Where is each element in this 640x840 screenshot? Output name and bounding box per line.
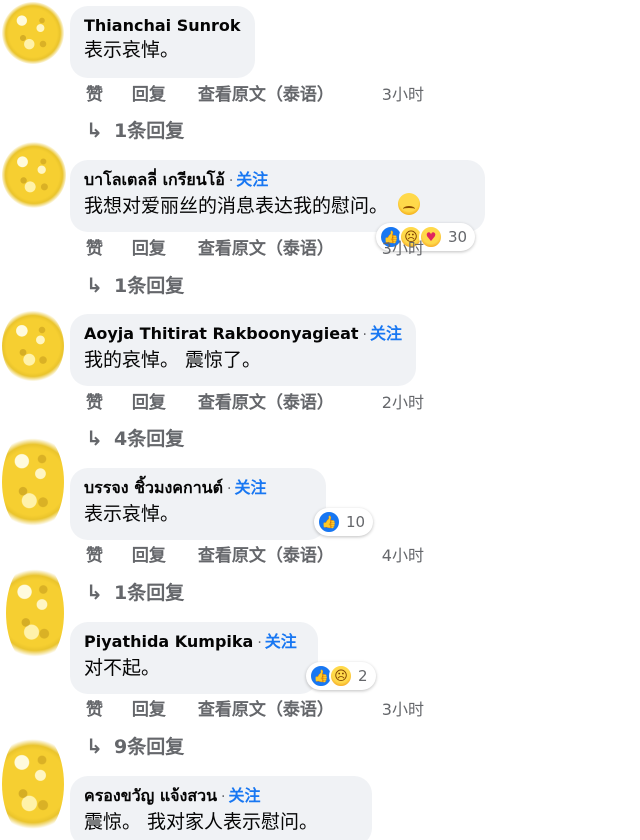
avatar[interactable] bbox=[2, 430, 64, 534]
separator-dot: · bbox=[221, 789, 226, 805]
author-line: บรรจง ชิ้วมงคกานต์ · 关注 bbox=[84, 477, 312, 500]
reply-button[interactable]: 回复 bbox=[132, 392, 192, 414]
comment-text: 对不起。 bbox=[84, 657, 161, 679]
author-name[interactable]: Aoyja Thitirat Rakboonyagieat bbox=[84, 324, 359, 343]
like-button[interactable]: 赞 bbox=[86, 238, 126, 260]
comment-actions: 赞 回复 查看原文（泰语） 4小时 bbox=[86, 545, 424, 567]
reply-arrow-icon: ↳ bbox=[86, 118, 103, 142]
comment-text: 我的哀悼。 震惊了。 bbox=[84, 349, 262, 371]
author-name[interactable]: Thianchai Sunrok bbox=[84, 16, 241, 35]
comment-text: 表示哀悼。 bbox=[84, 39, 180, 61]
timestamp[interactable]: 3小时 bbox=[382, 84, 424, 106]
comment-bubble: Thianchai Sunrok 表示哀悼。 bbox=[70, 6, 255, 78]
comment-bubble: ครองขวัญ แจ้งสวน · 关注 震惊。 我对家人表示慰问。 bbox=[70, 776, 372, 840]
view-replies-button[interactable]: ↳ 1条回复 bbox=[86, 580, 184, 605]
avatar[interactable] bbox=[2, 308, 64, 384]
author-line: ครองขวัญ แจ้งสวน · 关注 bbox=[84, 785, 358, 808]
separator-dot: · bbox=[228, 173, 234, 189]
see-original-button[interactable]: 查看原文（泰语） bbox=[198, 699, 376, 721]
reactions-summary[interactable]: 👍 10 bbox=[314, 508, 374, 536]
separator-dot: · bbox=[227, 481, 232, 497]
comment-text: 表示哀悼。 bbox=[84, 503, 180, 525]
like-button[interactable]: 赞 bbox=[86, 699, 126, 721]
reply-button[interactable]: 回复 bbox=[132, 84, 192, 106]
reply-button[interactable]: 回复 bbox=[132, 545, 192, 567]
like-button[interactable]: 赞 bbox=[86, 392, 126, 414]
comment-bubble: Piyathida Kumpika · 关注 对不起。 bbox=[70, 622, 318, 694]
like-icon: 👍 bbox=[317, 510, 341, 534]
reply-arrow-icon: ↳ bbox=[86, 580, 103, 604]
like-button[interactable]: 赞 bbox=[86, 84, 126, 106]
replies-count: 1条回复 bbox=[114, 582, 185, 604]
follow-link[interactable]: 关注 bbox=[236, 170, 268, 189]
sad-face-icon: ☹ bbox=[329, 664, 353, 688]
reply-button[interactable]: 回复 bbox=[132, 238, 192, 260]
reply-arrow-icon: ↳ bbox=[86, 734, 103, 758]
author-name[interactable]: Piyathida Kumpika bbox=[84, 632, 253, 651]
replies-count: 1条回复 bbox=[114, 120, 185, 142]
reaction-count: 10 bbox=[346, 513, 366, 531]
view-replies-button[interactable]: ↳ 1条回复 bbox=[86, 118, 184, 143]
timestamp[interactable]: 3小时 bbox=[382, 238, 424, 260]
crying-face-icon bbox=[398, 193, 421, 215]
replies-count: 1条回复 bbox=[114, 275, 185, 297]
replies-count: 4条回复 bbox=[114, 428, 185, 450]
reply-button[interactable]: 回复 bbox=[132, 699, 192, 721]
author-name[interactable]: บรรจง ชิ้วมงคกานต์ bbox=[84, 478, 223, 497]
like-button[interactable]: 赞 bbox=[86, 545, 126, 567]
follow-link[interactable]: 关注 bbox=[370, 324, 402, 343]
author-line: Piyathida Kumpika · 关注 bbox=[84, 631, 304, 654]
author-line: Thianchai Sunrok bbox=[84, 15, 241, 36]
reaction-count: 2 bbox=[358, 667, 368, 685]
comment-bubble: บาโลเตลลี่ เกรียนโอ้ · 关注 我想对爱丽丝的消息表达我的慰问。 bbox=[70, 160, 485, 232]
author-name[interactable]: ครองขวัญ แจ้งสวน bbox=[84, 786, 217, 805]
comment-actions: 赞 回复 查看原文（泰语） 3小时 bbox=[86, 238, 424, 260]
comment-thread: Thianchai Sunrok 表示哀悼。 赞 回复 查看原文（泰语） 3小时… bbox=[0, 0, 640, 840]
comment-bubble: บรรจง ชิ้วมงคกานต์ · 关注 表示哀悼。 bbox=[70, 468, 326, 540]
comment-actions: 赞 回复 查看原文（泰语） 2小时 bbox=[86, 392, 424, 414]
avatar[interactable] bbox=[2, 2, 64, 64]
comment-actions: 赞 回复 查看原文（泰语） 3小时 bbox=[86, 84, 424, 106]
separator-dot: · bbox=[362, 327, 367, 343]
comment-text: 我想对爱丽丝的消息表达我的慰问。 bbox=[84, 193, 471, 219]
see-original-button[interactable]: 查看原文（泰语） bbox=[198, 84, 376, 106]
reactions-summary[interactable]: 👍 ☹ 2 bbox=[306, 662, 376, 690]
follow-link[interactable]: 关注 bbox=[228, 786, 260, 805]
timestamp[interactable]: 3小时 bbox=[382, 699, 424, 721]
view-replies-button[interactable]: ↳ 9条回复 bbox=[86, 734, 184, 759]
separator-dot: · bbox=[257, 635, 262, 651]
author-line: บาโลเตลลี่ เกรียนโอ้ · 关注 bbox=[84, 169, 471, 192]
author-name[interactable]: บาโลเตลลี่ เกรียนโอ้ bbox=[84, 170, 225, 189]
reply-arrow-icon: ↳ bbox=[86, 426, 103, 450]
view-replies-button[interactable]: ↳ 1条回复 bbox=[86, 273, 184, 298]
comment-bubble: Aoyja Thitirat Rakboonyagieat · 关注 我的哀悼。 震… bbox=[70, 314, 416, 386]
author-line: Aoyja Thitirat Rakboonyagieat · 关注 bbox=[84, 323, 402, 346]
timestamp[interactable]: 2小时 bbox=[382, 392, 424, 414]
timestamp[interactable]: 4小时 bbox=[382, 545, 424, 567]
follow-link[interactable]: 关注 bbox=[234, 478, 266, 497]
avatar[interactable] bbox=[6, 560, 64, 666]
reaction-count: 30 bbox=[448, 228, 468, 246]
see-original-button[interactable]: 查看原文（泰语） bbox=[198, 392, 376, 414]
avatar[interactable] bbox=[2, 730, 64, 838]
reply-arrow-icon: ↳ bbox=[86, 273, 103, 297]
comment-text: 震惊。 我对家人表示慰问。 bbox=[84, 811, 319, 833]
comment-text-content: 我想对爱丽丝的消息表达我的慰问。 bbox=[84, 195, 389, 217]
comment-actions: 赞 回复 查看原文（泰语） 3小时 bbox=[86, 699, 424, 721]
follow-link[interactable]: 关注 bbox=[265, 632, 297, 651]
see-original-button[interactable]: 查看原文（泰语） bbox=[198, 238, 376, 260]
view-replies-button[interactable]: ↳ 4条回复 bbox=[86, 426, 184, 451]
see-original-button[interactable]: 查看原文（泰语） bbox=[198, 545, 376, 567]
avatar[interactable] bbox=[2, 142, 66, 208]
replies-count: 9条回复 bbox=[114, 736, 185, 758]
